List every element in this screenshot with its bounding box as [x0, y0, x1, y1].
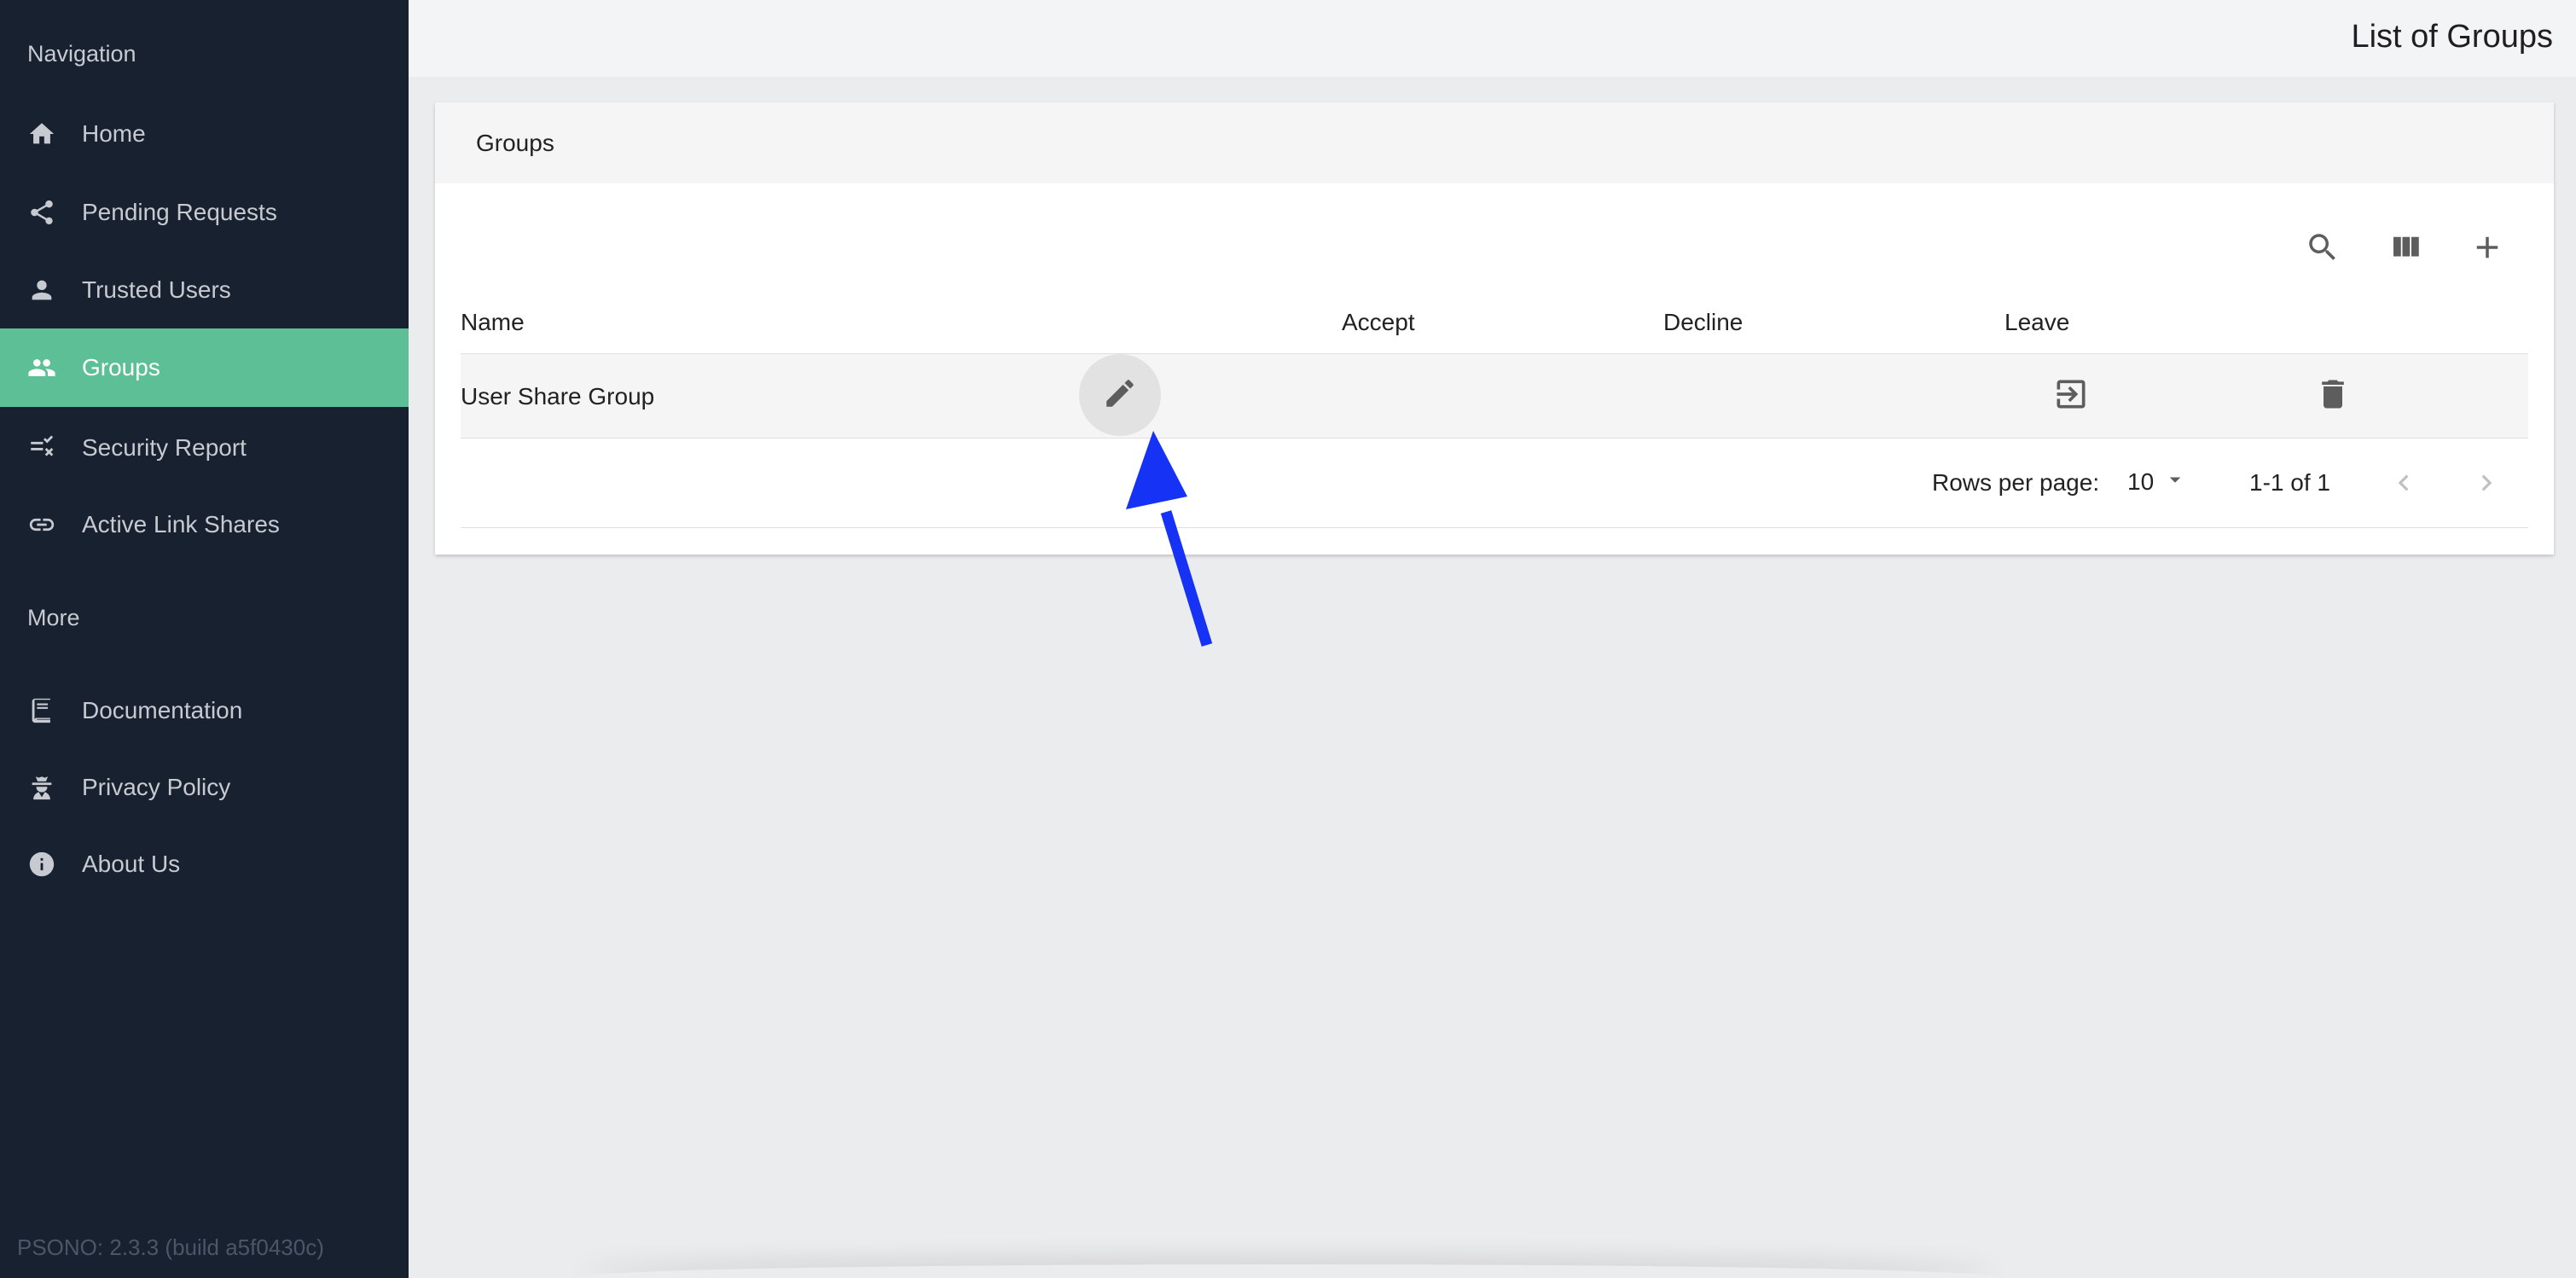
- link-icon: [26, 509, 57, 540]
- sidebar-item-label: Privacy Policy: [82, 774, 231, 800]
- sidebar-item-documentation[interactable]: Documentation: [0, 671, 409, 750]
- sidebar-item-label: Pending Requests: [82, 199, 277, 225]
- sidebar-item-label: Active Link Shares: [82, 511, 280, 537]
- sidebar-item-trusted-users[interactable]: Trusted Users: [0, 251, 409, 329]
- rows-per-page-label: Rows per page:: [1932, 469, 2100, 496]
- table-row[interactable]: User Share Group: [461, 354, 2528, 438]
- card-title: Groups: [476, 130, 554, 156]
- page-title: List of Groups: [2351, 19, 2553, 55]
- edit-group-button[interactable]: [1079, 354, 1161, 436]
- exit-to-app-icon: [2052, 375, 2090, 417]
- sidebar-item-label: Home: [82, 120, 146, 147]
- sidebar-item-groups[interactable]: Groups: [0, 328, 409, 407]
- pencil-icon: [1102, 375, 1138, 415]
- sidebar-item-active-link-shares[interactable]: Active Link Shares: [0, 485, 409, 564]
- more-heading: More: [27, 605, 80, 630]
- view-columns-button[interactable]: [2380, 224, 2431, 275]
- add-icon: [2469, 229, 2505, 270]
- groups-card: Groups Name Accept Decline Leave User Sh…: [435, 102, 2554, 555]
- search-button[interactable]: [2297, 224, 2348, 275]
- sidebar: Navigation Home Pending Requests Trusted…: [0, 0, 409, 1278]
- navigation-heading: Navigation: [27, 41, 136, 67]
- card-header: Groups: [435, 102, 2554, 183]
- chevron-left-icon: [2387, 467, 2420, 503]
- person-icon: [26, 275, 57, 305]
- sidebar-item-label: Documentation: [82, 697, 243, 723]
- user-secret-icon: [26, 772, 57, 803]
- info-icon: [26, 849, 57, 880]
- sidebar-item-security-report[interactable]: Security Report: [0, 409, 409, 487]
- dropdown-arrow-icon: [2154, 467, 2188, 498]
- column-header-accept[interactable]: Accept: [1342, 309, 1415, 336]
- sidebar-item-label: About Us: [82, 851, 181, 877]
- divider: [461, 527, 2528, 528]
- add-group-button[interactable]: [2462, 224, 2513, 275]
- view-column-icon: [2387, 229, 2423, 270]
- next-page-button[interactable]: [2463, 461, 2510, 508]
- pagination-range: 1-1 of 1: [2249, 469, 2330, 496]
- sidebar-item-label: Security Report: [82, 434, 247, 461]
- group-name: User Share Group: [461, 383, 655, 410]
- sidebar-item-home[interactable]: Home: [0, 95, 409, 173]
- divider: [461, 438, 2528, 439]
- leave-group-button[interactable]: [2045, 370, 2097, 421]
- share-icon: [26, 197, 57, 228]
- book-icon: [26, 695, 57, 726]
- sidebar-item-label: Groups: [82, 354, 160, 380]
- version-label: PSONO: 2.3.3 (build a5f0430c): [17, 1234, 324, 1260]
- trash-icon: [2314, 375, 2352, 417]
- sidebar-item-privacy-policy[interactable]: Privacy Policy: [0, 748, 409, 827]
- column-header-leave[interactable]: Leave: [2005, 309, 2069, 336]
- sidebar-item-about-us[interactable]: About Us: [0, 825, 409, 903]
- chevron-right-icon: [2470, 467, 2503, 503]
- search-icon: [2305, 229, 2341, 270]
- previous-page-button[interactable]: [2380, 461, 2428, 508]
- top-bar: List of Groups: [409, 0, 2576, 77]
- checklist-icon: [26, 433, 57, 463]
- sidebar-item-pending-requests[interactable]: Pending Requests: [0, 173, 409, 252]
- sidebar-item-label: Trusted Users: [82, 276, 231, 303]
- column-header-name[interactable]: Name: [461, 309, 525, 336]
- column-header-decline[interactable]: Decline: [1663, 309, 1743, 336]
- delete-group-button[interactable]: [2307, 370, 2358, 421]
- group-icon: [26, 352, 57, 383]
- bottom-shadow: [580, 1264, 1996, 1278]
- home-icon: [26, 119, 57, 149]
- rows-per-page-select[interactable]: 10: [2127, 465, 2196, 499]
- rows-per-page-value: 10: [2127, 468, 2155, 495]
